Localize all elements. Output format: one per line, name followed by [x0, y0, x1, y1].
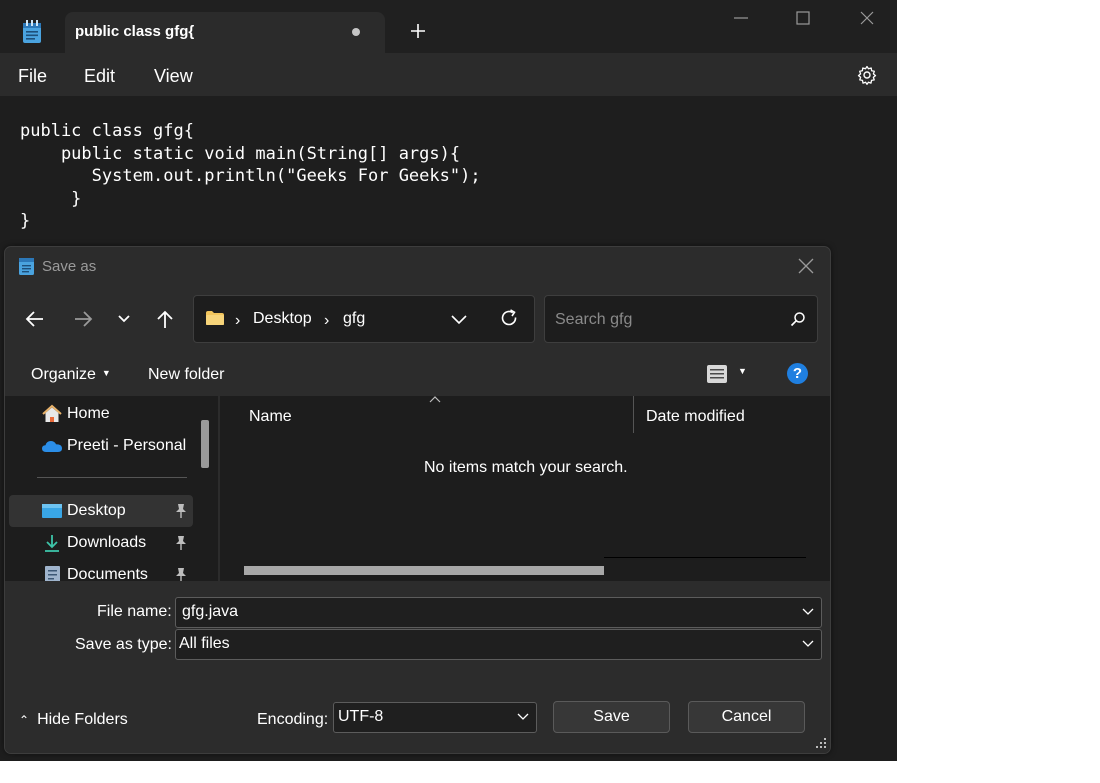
notepad-icon — [23, 20, 41, 43]
tab-title: public class gfg{ — [75, 23, 195, 40]
navigation-pane: Home Preeti - Personal Desktop Downloads… — [5, 396, 218, 584]
browser-area: Home Preeti - Personal Desktop Downloads… — [5, 396, 830, 584]
save-type-value: All files — [179, 635, 230, 652]
command-bar: Organize ▼ New folder ▼ ? — [5, 352, 830, 396]
hide-folders-button[interactable]: ⌃ Hide Folders — [19, 711, 128, 729]
folder-icon — [206, 311, 224, 325]
forward-arrow-icon[interactable] — [72, 308, 94, 330]
minimize-icon[interactable] — [731, 8, 751, 28]
resize-grip-icon[interactable] — [816, 738, 827, 749]
nav-item-downloads[interactable]: Downloads — [9, 527, 193, 559]
nav-label: Home — [67, 405, 110, 422]
nav-scrollbar[interactable] — [201, 420, 209, 468]
caret-down-icon[interactable]: ▼ — [738, 366, 747, 376]
chevron-down-icon[interactable] — [802, 640, 814, 648]
sort-caret-icon — [429, 396, 441, 403]
pin-icon[interactable] — [174, 535, 188, 551]
organize-label: Organize — [31, 366, 96, 383]
pin-icon[interactable] — [174, 503, 188, 519]
menu-bar: File Edit View — [0, 53, 897, 96]
search-icon[interactable] — [790, 311, 806, 327]
nav-label: Desktop — [67, 502, 126, 519]
menu-edit[interactable]: Edit — [84, 66, 115, 87]
home-icon — [42, 404, 62, 422]
scroll-track-line — [604, 557, 806, 558]
column-header-name[interactable]: Name — [249, 408, 292, 426]
title-bar: public class gfg{ — [0, 0, 897, 53]
refresh-icon[interactable] — [499, 308, 519, 328]
menu-view[interactable]: View — [154, 66, 193, 87]
hide-folders-label: Hide Folders — [37, 711, 128, 728]
nav-item-desktop[interactable]: Desktop — [9, 495, 193, 527]
file-name-value: gfg.java — [182, 603, 239, 620]
encoding-label: Encoding: — [257, 711, 329, 728]
chevron-down-icon[interactable] — [802, 608, 814, 616]
save-button[interactable]: Save — [553, 701, 670, 733]
code-line: } — [20, 211, 31, 231]
breadcrumb-gfg[interactable]: gfg — [343, 310, 365, 328]
breadcrumb-separator: › — [235, 312, 241, 329]
nav-divider — [37, 477, 187, 478]
download-icon — [45, 535, 59, 552]
nav-item-onedrive[interactable]: Preeti - Personal — [9, 430, 193, 462]
caret-down-icon: ▼ — [101, 368, 111, 378]
back-arrow-icon[interactable] — [24, 308, 46, 330]
close-icon[interactable] — [857, 8, 877, 28]
view-list-icon[interactable] — [706, 364, 728, 384]
chevron-down-icon[interactable] — [450, 312, 468, 326]
notepad-icon — [19, 258, 34, 275]
breadcrumb-separator: › — [324, 312, 330, 329]
save-type-select[interactable]: All files — [175, 629, 822, 660]
code-line: public static void main(String[] args){ — [20, 143, 461, 164]
document-tab[interactable]: public class gfg{ — [65, 12, 385, 53]
nav-label: Downloads — [67, 534, 147, 551]
code-line: System.out.println("Geeks For Geeks"); — [20, 166, 481, 186]
search-box — [544, 295, 818, 343]
horizontal-scrollbar[interactable] — [244, 566, 604, 575]
search-input[interactable] — [555, 311, 775, 329]
file-name-field[interactable]: gfg.java — [175, 597, 822, 628]
unsaved-dot-icon[interactable] — [352, 28, 360, 36]
nav-item-home[interactable]: Home — [9, 398, 193, 430]
text-editor[interactable]: public class gfg{ public static void mai… — [20, 120, 880, 233]
chevron-up-icon: ⌃ — [19, 713, 30, 727]
organize-button[interactable]: Organize ▼ — [31, 366, 111, 384]
desktop-icon — [42, 504, 62, 518]
save-as-dialog: Save as › Desktop › gfg Search gfg Organ… — [4, 246, 831, 754]
plus-icon[interactable] — [408, 21, 428, 41]
breadcrumb-desktop[interactable]: Desktop — [253, 310, 312, 328]
column-divider[interactable] — [633, 396, 634, 433]
maximize-icon[interactable] — [793, 8, 813, 28]
file-list: Name Date modified No items match your s… — [220, 396, 830, 581]
new-folder-button[interactable]: New folder — [148, 366, 224, 384]
cloud-icon — [42, 441, 62, 452]
save-type-label: Save as type: — [75, 636, 172, 653]
encoding-value: UTF-8 — [338, 708, 384, 725]
cancel-button[interactable]: Cancel — [688, 701, 805, 733]
gear-icon[interactable] — [857, 65, 877, 85]
dialog-title: Save as — [42, 258, 97, 275]
encoding-select[interactable]: UTF-8 — [333, 702, 537, 733]
code-line: public class gfg{ — [20, 121, 194, 141]
close-icon[interactable] — [797, 257, 815, 275]
file-name-label: File name: — [97, 603, 172, 620]
code-line: } — [20, 188, 82, 209]
column-header-date-modified[interactable]: Date modified — [646, 408, 745, 426]
up-arrow-icon[interactable] — [154, 308, 176, 330]
chevron-down-icon[interactable] — [113, 308, 135, 330]
menu-file[interactable]: File — [18, 66, 47, 87]
save-options: File name: gfg.java Save as type: All fi… — [5, 581, 830, 753]
help-icon[interactable]: ? — [787, 363, 808, 384]
chevron-down-icon[interactable] — [517, 713, 529, 721]
nav-label: Preeti - Personal — [67, 437, 187, 454]
empty-message: No items match your search. — [424, 459, 628, 476]
address-bar[interactable]: › Desktop › gfg — [193, 295, 535, 343]
